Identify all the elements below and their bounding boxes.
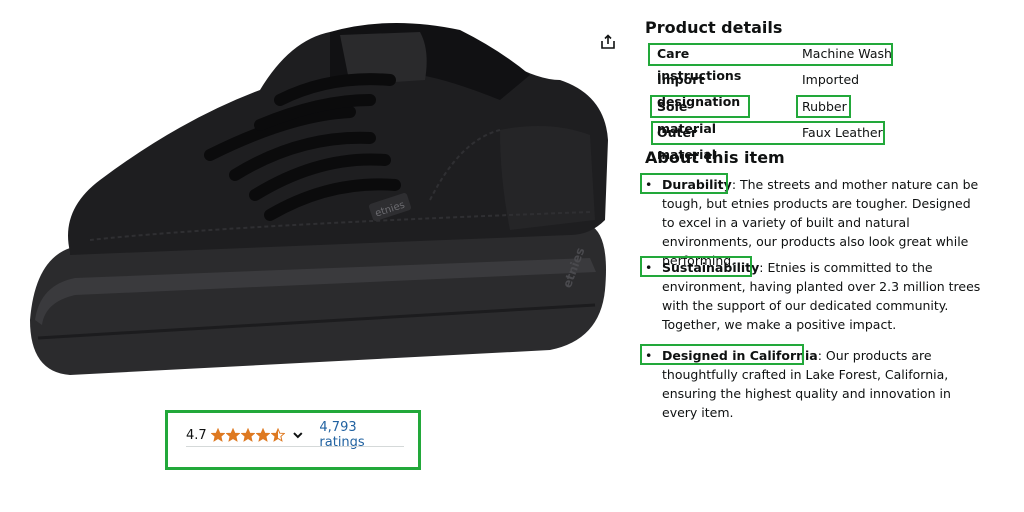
highlight-box [796, 95, 851, 118]
highlight-box [651, 121, 885, 145]
detail-value: Imported [802, 72, 860, 87]
rating-value: 4.7 [186, 427, 207, 443]
star-full-icon [255, 428, 270, 442]
share-button[interactable] [600, 34, 628, 62]
star-full-icon [210, 428, 225, 442]
highlight-box [648, 43, 893, 66]
highlight-box [640, 256, 752, 277]
highlight-box [640, 344, 804, 365]
product-image[interactable]: etnies etnies [30, 20, 628, 386]
highlight-box [650, 95, 750, 118]
product-details-title: Product details [645, 18, 783, 37]
about-title: About this item [645, 148, 785, 167]
chevron-down-icon[interactable] [292, 429, 304, 441]
shoe-illustration: etnies etnies [30, 22, 608, 375]
rating-summary[interactable]: 4.7 4,793 ratings [186, 420, 404, 450]
star-full-icon [225, 428, 240, 442]
highlight-box [640, 173, 728, 194]
share-icon [601, 34, 615, 49]
star-half-icon [270, 428, 285, 442]
star-full-icon [240, 428, 255, 442]
star-rating[interactable] [210, 428, 286, 442]
divider [186, 446, 404, 447]
